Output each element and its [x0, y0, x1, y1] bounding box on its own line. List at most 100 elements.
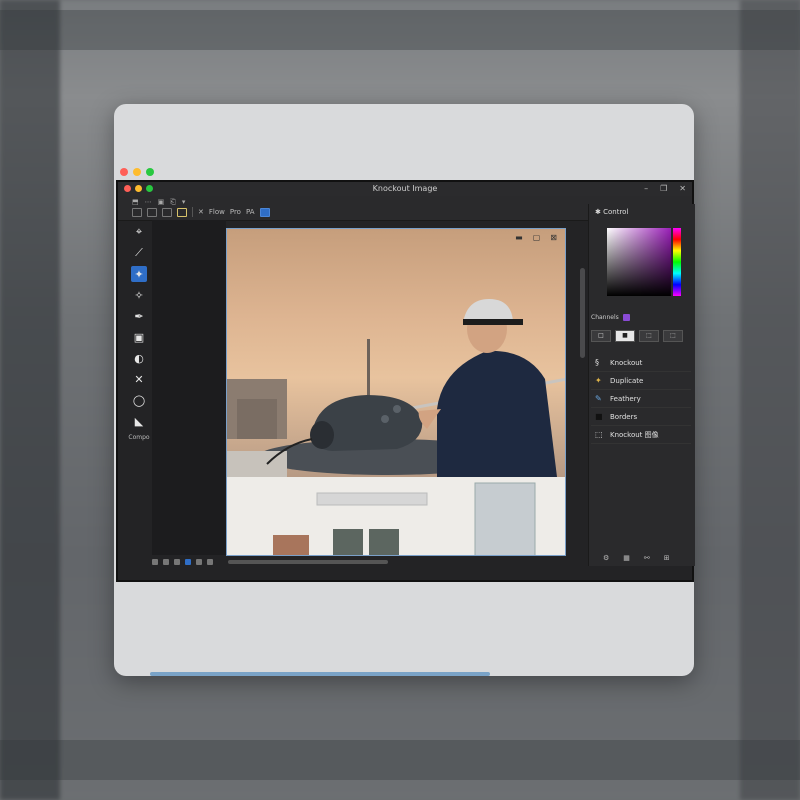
image-canvas[interactable]: ▬ ▢ ⊠ [226, 228, 566, 556]
crop-icon[interactable]: ▣ [131, 329, 147, 345]
mouse-button-shape [381, 415, 389, 423]
layer-item[interactable]: ✦ Duplicate [591, 372, 691, 390]
magic-wand-icon[interactable]: ✦ [131, 266, 147, 282]
layer-item[interactable]: ✎ Feathery [591, 390, 691, 408]
horizontal-scrollbar[interactable] [228, 560, 388, 564]
panel-icon: ✱ [595, 208, 604, 216]
canvas-close-icon[interactable]: ⊠ [550, 233, 557, 242]
cut-icon[interactable]: ✕ [131, 371, 147, 387]
canvas-photo: ▬ ▢ ⊠ [227, 229, 565, 477]
shape-icon[interactable]: ◯ [131, 392, 147, 408]
canvas-restore-icon[interactable]: ▢ [533, 233, 541, 242]
menu-item[interactable]: ⎗ [170, 198, 176, 207]
toolbar-options-row: ✕ Flow Pro PA [132, 207, 270, 217]
new-layer-icon[interactable]: ⊞ [664, 554, 670, 562]
layer-buttons: □ ■ ⬚ ⬚ [591, 330, 683, 342]
progress-line [150, 672, 490, 676]
lasso-icon[interactable]: ⌖ [131, 224, 147, 240]
layer-item[interactable]: § Knockout [591, 354, 691, 372]
menu-item[interactable]: ▣ [158, 198, 165, 207]
window-traffic-lights [120, 168, 154, 176]
canvas-controls: ▬ ▢ ⊠ [515, 233, 557, 242]
window-shape [333, 529, 363, 555]
building-shape [237, 399, 277, 439]
grid-icon[interactable]: ▦ [623, 554, 630, 562]
mouse-button-shape [393, 405, 401, 413]
canvas-lower-photo [227, 477, 565, 555]
ac-unit-shape [316, 492, 428, 506]
status-icon[interactable] [152, 559, 158, 565]
canvas-minimize-icon[interactable]: ▬ [515, 233, 523, 242]
color-picker-square[interactable] [607, 228, 671, 296]
editor-app-window: Knockout Image – ❐ ✕ ⬒ ⋯ ▣ ⎗ ▾ ✕ Flow Pr… [116, 180, 695, 582]
layer-item[interactable]: ⬚ Knockout 图像 [591, 426, 691, 444]
toolbar-label-pa[interactable]: PA [246, 208, 255, 216]
layer-name: Feathery [610, 394, 641, 403]
photo-scene [227, 299, 565, 477]
menu-item[interactable]: ▾ [182, 198, 186, 207]
select-icon[interactable]: ◣ [131, 413, 147, 429]
status-icon[interactable] [163, 559, 169, 565]
layer-list: § Knockout ✦ Duplicate ✎ Feathery ■ Bord… [591, 354, 691, 444]
pen-icon[interactable]: ✒ [131, 308, 147, 324]
toolbar-menu-row: ⬒ ⋯ ▣ ⎗ ▾ [132, 198, 185, 207]
settings-icon[interactable]: ⚙ [603, 554, 609, 562]
left-gutter [152, 220, 226, 555]
minimize-dot-icon[interactable] [133, 168, 141, 176]
layer-name: Knockout 图像 [610, 430, 659, 439]
layer-item[interactable]: ■ Borders [591, 408, 691, 426]
grid-icon[interactable] [147, 207, 157, 217]
room-scene [273, 482, 536, 555]
tool-palette: ⌖ ⟋ ✦ ✧ ✒ ▣ ◐ ✕ ◯ ◣ Compo [128, 220, 150, 564]
toolbar-label-flow[interactable]: Flow [209, 208, 225, 216]
right-panel: ✱ Control Channels □ ■ ⬚ ⬚ § Knockout ✦ … [588, 204, 695, 566]
panel-title: ✱ Control [595, 208, 628, 216]
layer-button[interactable]: ■ [615, 330, 635, 342]
crossed-tools-icon[interactable]: ✕ [198, 208, 204, 216]
status-icon[interactable] [185, 559, 191, 565]
status-icon[interactable] [196, 559, 202, 565]
window-controls: – ❐ ✕ [644, 182, 686, 196]
zoom-dot-icon[interactable] [146, 168, 154, 176]
window-title: Knockout Image [372, 184, 438, 193]
layer-name: Borders [610, 412, 638, 421]
layer-icon: ⬚ [595, 430, 603, 439]
layer-button[interactable]: □ [591, 330, 611, 342]
panel-footer: ⚙ ▦ ⚯ ⊞ [603, 554, 670, 562]
person-body-shape [437, 350, 557, 477]
restore-icon[interactable]: ❐ [660, 182, 667, 196]
status-icon[interactable] [207, 559, 213, 565]
status-bar [152, 557, 572, 567]
toolbar-label-pro[interactable]: Pro [230, 208, 241, 216]
brush-icon[interactable]: ⟋ [131, 245, 147, 261]
close-dot-icon[interactable] [120, 168, 128, 176]
panel-title-text: Control [603, 208, 629, 216]
eraser-icon[interactable]: ✧ [131, 287, 147, 303]
close-icon[interactable]: ✕ [679, 182, 686, 196]
cap-brim-shape [463, 319, 523, 325]
mouse-front-shape [310, 421, 334, 449]
hue-slider[interactable] [673, 228, 681, 296]
background-stripe [0, 740, 800, 780]
titlebar: Knockout Image – ❐ ✕ [118, 182, 692, 196]
layer-button[interactable]: ⬚ [663, 330, 683, 342]
layer-name: Duplicate [610, 376, 644, 385]
picture-shape [273, 535, 309, 555]
menu-item[interactable]: ⋯ [145, 198, 152, 207]
layout-icon[interactable] [132, 207, 142, 217]
background-stripe [0, 10, 800, 50]
menu-item[interactable]: ⬒ [132, 198, 139, 207]
link-icon[interactable]: ⚯ [644, 554, 650, 562]
layers-tab-badge [622, 314, 630, 321]
layer-name: Knockout [610, 358, 643, 367]
image-icon[interactable] [177, 207, 187, 217]
minimize-icon[interactable]: – [644, 182, 648, 196]
transform-icon[interactable]: ◐ [131, 350, 147, 366]
vertical-scrollbar[interactable] [580, 268, 585, 358]
layer-button[interactable]: ⬚ [639, 330, 659, 342]
hex-selection-icon[interactable] [259, 207, 270, 217]
frame-icon[interactable] [162, 207, 172, 217]
status-icon[interactable] [174, 559, 180, 565]
layer-icon: ✎ [595, 394, 602, 403]
layers-tab[interactable]: Channels [591, 314, 630, 321]
